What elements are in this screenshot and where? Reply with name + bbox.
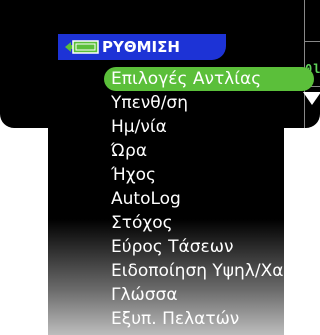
menu-item-date[interactable]: Ημ/νία [104, 115, 320, 139]
menu-item-time[interactable]: Ώρα [104, 139, 320, 163]
menu-item-customer-service[interactable]: Εξυπ. Πελατών [104, 307, 320, 331]
menu-list: Επιλογές Αντλίας Υπενθ/ση Ημ/νία Ώρα Ήχο… [104, 67, 320, 331]
menu-item-sound[interactable]: Ήχος [104, 163, 320, 187]
menu-item-target[interactable]: Στόχος [104, 211, 320, 235]
settings-menu: ΡΥΘΜΙΣΗ Επιλογές Αντλίας Υπενθ/ση Ημ/νία… [48, 30, 314, 335]
menu-item-pump-options[interactable]: Επιλογές Αντλίας [104, 67, 314, 91]
device-screen: 0l ΡΥΘΜΙΣΗ Επιλογές Αντλίας Υπενθ/ση Ημ/… [0, 0, 320, 335]
menu-title-bar: ΡΥΘΜΙΣΗ [58, 34, 226, 60]
menu-item-trend-range[interactable]: Εύρος Τάσεων [104, 235, 320, 259]
menu-title: ΡΥΘΜΙΣΗ [102, 38, 180, 56]
settings-back-icon[interactable] [64, 38, 100, 56]
background-divider [305, 41, 320, 42]
menu-item-language[interactable]: Γλώσσα [104, 283, 320, 307]
menu-item-reminder[interactable]: Υπενθ/ση [104, 91, 320, 115]
menu-item-high-low-alert[interactable]: Ειδοποίηση Υψηλ/Χαμ [104, 259, 320, 283]
menu-item-autolog[interactable]: AutoLog [104, 187, 320, 211]
